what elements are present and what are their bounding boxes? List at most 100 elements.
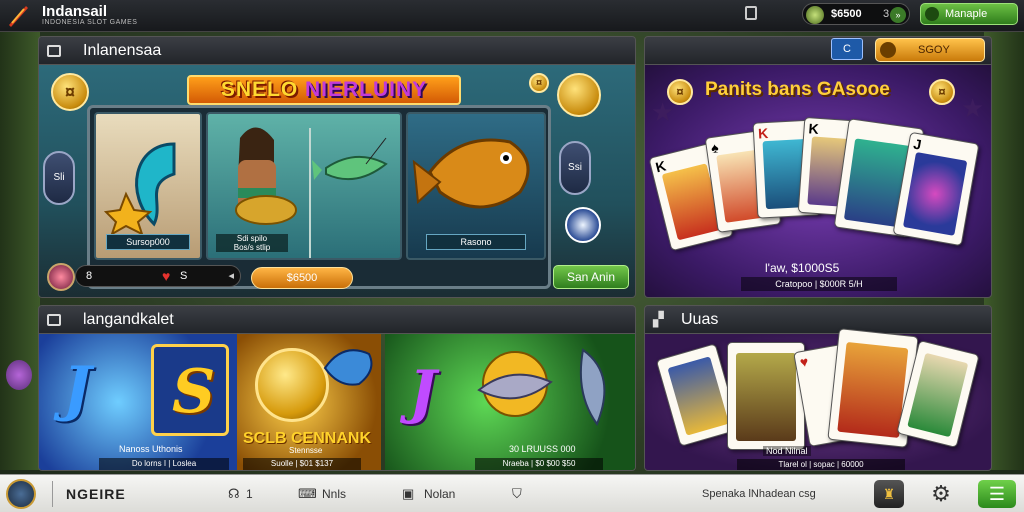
star-decoration-icon: ★ [961,93,985,123]
gear-icon[interactable]: ⚙ [926,480,956,508]
silver-fish-icon [477,351,553,417]
window-icon[interactable] [745,6,757,20]
jumping-fish-icon [579,348,606,427]
s-symbol-icon: S [172,357,216,427]
poker-coin-left-icon[interactable]: ¤ [667,79,693,105]
coin-icon [806,6,824,24]
menu-button[interactable]: ☰ [978,480,1016,508]
panel-menu-icon[interactable] [47,45,61,57]
lucky-coin-icon[interactable]: ¤ [51,73,89,111]
poker-coin-right-icon[interactable]: ¤ [929,79,955,105]
trophy-button[interactable]: ♜ [874,480,904,508]
manage-icon [925,7,939,21]
jackpot-coin-icon[interactable] [557,73,601,117]
reel-3: Rasono [406,112,546,260]
support-icon[interactable]: ☊ [228,486,240,502]
bottom-nav: NGEIRE ☊ 1 ⌨ Nnls ▣ Nolan ⛉ Spenaka lNha… [0,474,1024,512]
cards-panel-title: Uuas [681,311,719,328]
game-tiles: J S J Nanoss Uthonis Do lorns I | Loslea… [39,334,635,470]
card-rank-icon: ♥ [798,353,810,371]
nav-item-2[interactable]: Nnls [322,487,346,501]
tile-1-caption: Nanoss Uthonis [119,444,183,454]
start-spin-button[interactable]: San Anin [553,265,629,289]
reel-3-label: Rasono [426,234,526,250]
card-rank: J [912,135,923,153]
slot-panel-title: Inlanensaa [83,42,162,59]
tile-1-subcaption: Do lorns I | Loslea [99,458,229,470]
manage-label: Manaple [945,8,988,20]
poker-panel[interactable]: C SGOY ★ ★ ¤ ¤ Panits bans GAsooe K ♠ K … [644,36,992,298]
brand-title: Indansail [42,3,108,20]
flower-decoration [6,360,32,390]
arcade-panel-header: langandkalet [39,306,635,334]
spin-amount[interactable]: $6500 [251,267,353,289]
shield-icon[interactable]: ⛉ [512,486,522,502]
card-art [902,151,968,236]
cards-info-line-1: Nod Nilnal [763,446,811,456]
brand-subtitle: INDONESIA SLOT GAMES [42,19,138,26]
bet-arrow-icon[interactable]: ◂ [228,269,234,282]
blue-fish-icon [323,349,373,386]
poker-coins-button[interactable]: SGOY [875,38,985,62]
poker-info-line-2: Cratopoo | $000R 5/H [741,277,897,291]
slot-game-title-b: NIERLUINY [305,78,428,101]
panel-menu-icon[interactable] [47,314,61,326]
gem-icon[interactable] [47,263,75,291]
poker-info-line-1: l'aw, $1000S5 [765,261,840,275]
jungle-backdrop-left [0,30,40,470]
card-rank: ♠ [710,139,720,157]
left-side-button[interactable]: Sli [43,151,75,205]
right-side-button[interactable]: Ssi [559,141,591,195]
divider [52,481,53,507]
cards-info-line-2: Tlarel ol | sopac | 60000 [737,459,905,470]
top-bar: Indansail INDONESIA SLOT GAMES $6500 3 »… [0,0,1024,32]
coin-value: $6500 [831,8,862,20]
cards-panel[interactable]: ▞ Uuas ♥ Nod Nilnal Tlarel ol | sopac | … [644,305,992,471]
nav-item-1[interactable]: 1 [246,487,253,501]
card-art [667,356,730,436]
chat-icon[interactable]: ⌨ [298,486,317,502]
reel-2-label-b: Bos/s stlip [233,243,271,252]
reel-1: Sursop000 [94,112,202,260]
bottom-status-text: Spenaka lNhadean csg [702,488,816,500]
coin-count: 3 [883,8,890,20]
card-art [736,353,796,441]
reel-2: Sdi spilo Bos/s stlip [206,112,402,260]
slot-game-title: SNELO NIERLUINY [187,75,461,105]
reel-2-label: Sdi spilo Bos/s stlip [216,234,288,252]
reel-1-label: Sursop000 [106,234,190,250]
card-rank: K [757,124,769,142]
bet-right-value: S [180,270,188,282]
wallet-icon[interactable]: ▣ [402,486,414,502]
gold-game-subtitle: Stennsse [289,446,323,455]
slot-panel[interactable]: Inlanensaa ¤ SNELO NIERLUINY ¤ Sli Ssi S… [38,36,636,298]
gold-coin-icon [255,348,329,422]
arcade-panel[interactable]: langandkalet J S J Nanoss Uthonis Do lor… [38,305,636,471]
poker-coins-label: SGOY [918,44,950,56]
golden-fish-symbol-icon [412,138,530,209]
nav-item-3[interactable]: Nolan [424,487,455,501]
avatar[interactable] [6,479,36,509]
dragon-symbol-icon [104,142,176,234]
poker-panel-header: C SGOY [645,37,991,65]
slot-game-title-a: SNELO [220,78,305,101]
reel-2-label-a: Sdi spilo [236,234,268,243]
gold-game-info: Suolle | $01 $137 [243,458,361,470]
add-coins-icon[interactable]: » [890,7,906,23]
j-symbol-icon: J [63,354,92,424]
card-art [907,352,969,438]
arcade-panel-title: langandkalet [83,311,174,328]
manage-button[interactable]: Manaple [920,3,1018,25]
bonus-coin-icon[interactable]: ¤ [529,73,549,93]
green-game-info: Nraeba | $0 $00 $50 [475,458,603,470]
card-rank: K [808,120,820,137]
bet-left-value: 8 [86,270,93,282]
coin-balance[interactable]: $6500 3 » [802,3,910,25]
green-game-caption: 30 LRUUSS 000 [509,444,576,454]
panel-menu-icon[interactable]: ▞ [653,311,665,327]
chip-button[interactable] [565,207,601,243]
j-purple-symbol-icon: J [409,358,437,426]
bet-controls[interactable]: 8 ♥ S ◂ [75,265,241,287]
cards-panel-header: ▞ Uuas [645,306,991,334]
poker-header-button[interactable]: C [831,38,863,60]
